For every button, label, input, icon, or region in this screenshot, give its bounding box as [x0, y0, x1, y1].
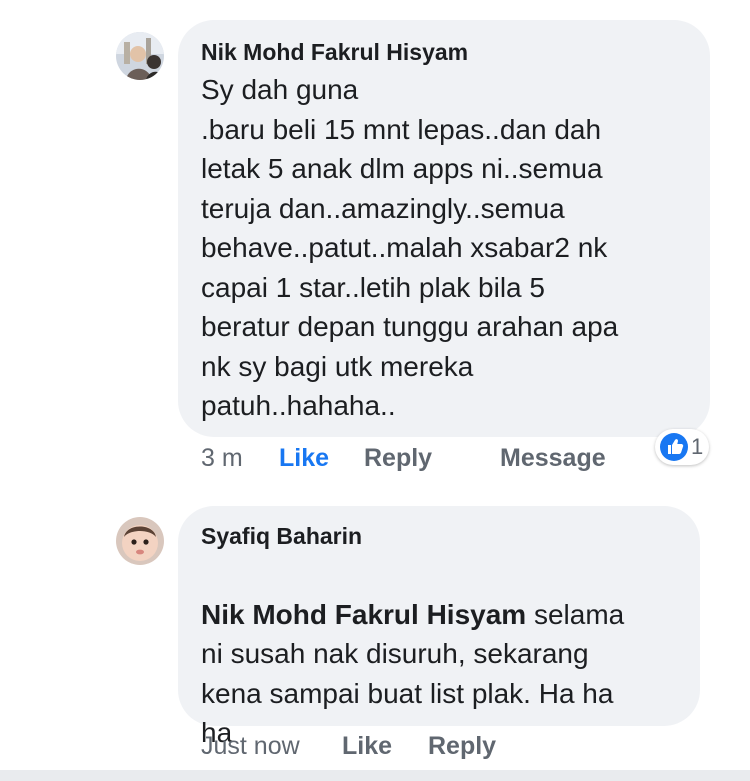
comment-thread: Nik Mohd Fakrul Hisyam Sy dah guna .baru…	[0, 0, 750, 781]
like-button[interactable]: Like	[279, 441, 329, 475]
comment-actions: Just now Like Reply	[201, 729, 521, 763]
comment-author[interactable]: Nik Mohd Fakrul Hisyam	[201, 38, 686, 66]
comment-text-first-line: selama	[526, 598, 625, 630]
reaction-badge[interactable]: 1	[655, 429, 710, 465]
message-button[interactable]: Message	[500, 441, 606, 475]
comment-timestamp[interactable]: Just now	[201, 729, 300, 763]
comment-actions: 3 m Like Reply Message	[201, 441, 661, 475]
reply-button[interactable]: Reply	[364, 441, 432, 475]
thumbs-up-icon	[660, 433, 688, 461]
mention-link[interactable]: Nik Mohd Fakrul Hisyam	[201, 599, 526, 630]
avatar-photo-icon	[116, 517, 164, 565]
comment-timestamp[interactable]: 3 m	[201, 441, 243, 475]
reply-button[interactable]: Reply	[428, 729, 496, 763]
comment-bubble: Nik Mohd Fakrul Hisyam Sy dah guna .baru…	[178, 20, 710, 437]
comment-text: Sy dah guna .baru beli 15 mnt lepas..dan…	[201, 74, 619, 421]
reaction-count: 1	[691, 434, 704, 459]
avatar-photo-icon	[116, 32, 164, 80]
avatar[interactable]	[116, 32, 164, 80]
divider	[0, 770, 750, 781]
comment-bubble: Syafiq Baharin Nik Mohd Fakrul Hisyam se…	[178, 506, 700, 748]
comment-author[interactable]: Syafiq Baharin	[201, 522, 676, 550]
avatar[interactable]	[116, 517, 164, 565]
like-button[interactable]: Like	[342, 729, 392, 763]
